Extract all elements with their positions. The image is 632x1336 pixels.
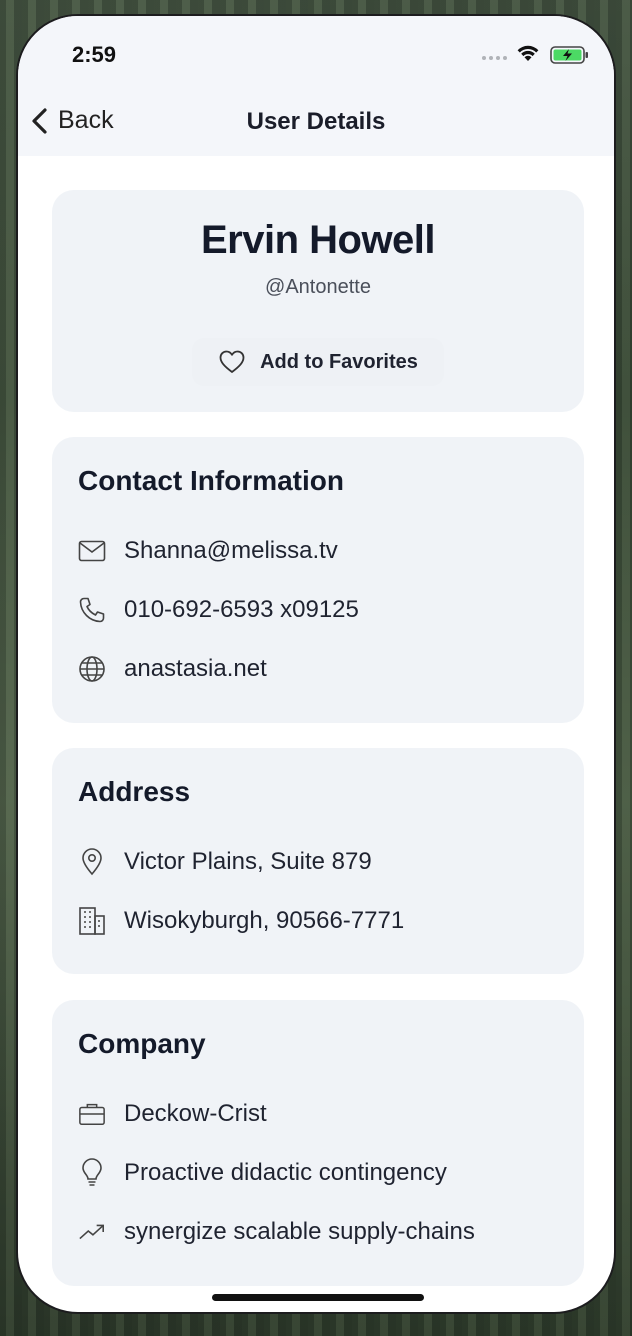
- lightbulb-icon: [78, 1158, 106, 1187]
- phone-screen: 2:59 Back User Details Ervin Howell @Ant…: [16, 14, 616, 1314]
- page-title: User Details: [246, 108, 386, 135]
- home-indicator[interactable]: [212, 1294, 424, 1301]
- wifi-icon: [517, 45, 539, 61]
- email-row[interactable]: Shanna@melissa.tv: [78, 537, 338, 565]
- cellular-signal-icon: [482, 56, 507, 60]
- bs-text: synergize scalable supply-chains: [124, 1218, 475, 1245]
- user-handle: @Antonette: [265, 276, 371, 298]
- globe-icon: [78, 655, 106, 683]
- profile-card: Ervin Howell @Antonette Add to Favorites: [52, 190, 584, 412]
- phone-text: 010-692-6593 x09125: [124, 596, 359, 623]
- top-bar: 2:59 Back User Details: [18, 16, 614, 156]
- building-icon: [78, 907, 106, 935]
- section-title-contact: Contact Information: [78, 465, 344, 496]
- street-row: Victor Plains, Suite 879: [78, 848, 372, 876]
- street-text: Victor Plains, Suite 879: [124, 848, 372, 875]
- map-pin-icon: [78, 848, 106, 876]
- city-text: Wisokyburgh, 90566-7771: [124, 907, 405, 934]
- website-row[interactable]: anastasia.net: [78, 655, 267, 683]
- phone-icon: [78, 596, 106, 624]
- company-card: Company Deckow-Crist Proactive didactic …: [52, 1000, 584, 1286]
- catch-phrase-text: Proactive didactic contingency: [124, 1159, 447, 1186]
- bs-row: synergize scalable supply-chains: [78, 1218, 475, 1246]
- company-name-text: Deckow-Crist: [124, 1100, 267, 1127]
- email-text: Shanna@melissa.tv: [124, 537, 338, 564]
- company-name-row: Deckow-Crist: [78, 1100, 267, 1128]
- address-card: Address Victor Plains, Suite 879 Wisokyb…: [52, 748, 584, 974]
- website-text: anastasia.net: [124, 655, 267, 682]
- contact-information-card: Contact Information Shanna@melissa.tv 01…: [52, 437, 584, 723]
- section-title-company: Company: [78, 1028, 206, 1059]
- city-row: Wisokyburgh, 90566-7771: [78, 907, 404, 935]
- add-to-favorites-label: Add to Favorites: [260, 350, 418, 373]
- add-to-favorites-button[interactable]: Add to Favorites: [192, 338, 444, 386]
- catch-phrase-row: Proactive didactic contingency: [78, 1158, 447, 1187]
- briefcase-icon: [78, 1100, 106, 1128]
- user-name: Ervin Howell: [200, 218, 436, 262]
- status-time: 2:59: [72, 42, 117, 67]
- section-title-address: Address: [78, 776, 191, 807]
- battery-charging-icon: [550, 46, 588, 64]
- heart-icon: [219, 350, 245, 373]
- phone-row[interactable]: 010-692-6593 x09125: [78, 596, 359, 624]
- trending-up-icon: [78, 1218, 106, 1246]
- mail-icon: [78, 537, 106, 565]
